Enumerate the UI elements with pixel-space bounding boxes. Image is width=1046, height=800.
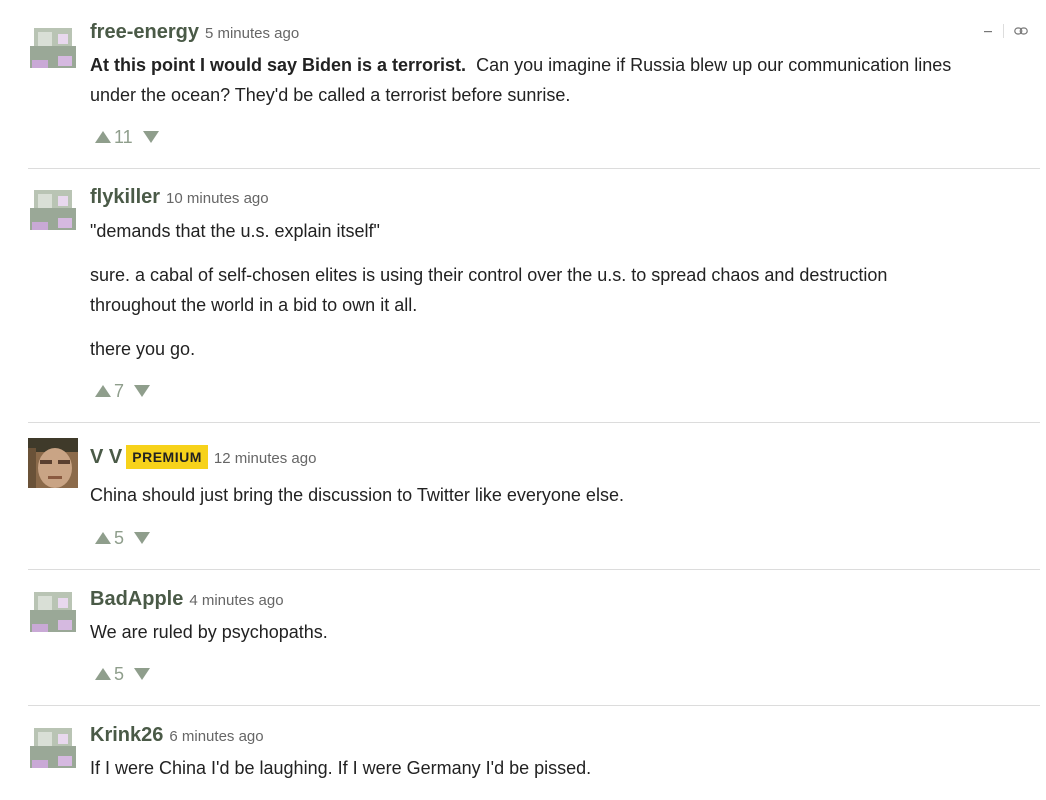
author-name[interactable]: flykiller [90,186,160,208]
minus-icon[interactable] [983,23,993,39]
avatar[interactable] [28,22,78,72]
vote-bar: 11 [95,125,159,148]
upvote-count: 7 [114,381,125,402]
avatar[interactable] [28,586,78,636]
comment-paragraph: "demands that the u.s. explain itself" [90,221,380,241]
paragraph-line: sure. a cabal of self-chosen elites is u… [90,265,888,285]
link-icon[interactable] [1014,23,1028,39]
tools-divider [1003,24,1004,39]
avatar[interactable] [28,438,78,488]
downvote-icon[interactable] [142,126,159,148]
comment-separator [28,168,1040,169]
timestamp[interactable]: 6 minutes ago [169,728,263,745]
author-line: V V PREMIUM 12 minutes ago [90,445,316,471]
timestamp[interactable]: 12 minutes ago [214,450,317,467]
author-name[interactable]: V V [90,446,122,468]
user-photo-avatar [28,438,78,488]
default-avatar-icon [28,586,78,636]
paragraph-line: throughout the world in a bid to own it … [90,295,418,315]
upvote-count: 5 [114,528,125,549]
author-line: BadApple 4 minutes ago [90,587,284,613]
comment-body: China should just bring the discussion t… [90,485,624,505]
author-line: Krink26 6 minutes ago [90,723,264,749]
default-avatar-icon [28,22,78,72]
comment-body: We are ruled by psychopaths. [90,622,328,642]
vote-bar: 5 [95,662,151,685]
comment-body: If I were China I'd be laughing. If I we… [90,758,592,778]
author-line: flykiller 10 minutes ago [90,185,269,211]
body-line: under the ocean? They'd be called a terr… [90,85,571,105]
author-name[interactable]: free-energy [90,21,199,43]
upvote-icon[interactable] [95,126,111,148]
timestamp[interactable]: 10 minutes ago [166,190,269,207]
avatar[interactable] [28,722,78,772]
timestamp[interactable]: 4 minutes ago [189,592,283,609]
comment-separator [28,705,1040,706]
default-avatar-icon [28,722,78,772]
author-line: free-energy 5 minutes ago [90,20,299,46]
premium-badge: PREMIUM [126,445,208,469]
vote-bar: 5 [95,526,151,549]
comment-body: At this point I would say Biden is a ter… [90,50,1040,110]
bold-lead: At this point I would say Biden is a ter… [90,55,467,75]
comment-paragraph: there you go. [90,339,196,359]
upvote-count: 5 [114,664,125,685]
comment-separator [28,422,1040,423]
upvote-count: 11 [114,127,133,148]
downvote-icon[interactable] [134,527,151,549]
comment-tools [983,22,1028,39]
downvote-icon[interactable] [134,380,151,402]
comment-separator [28,569,1040,570]
upvote-icon[interactable] [95,380,111,402]
timestamp[interactable]: 5 minutes ago [205,25,299,42]
upvote-icon[interactable] [95,663,111,685]
body-line: Can you imagine if Russia blew up our co… [466,55,952,75]
downvote-icon[interactable] [134,663,151,685]
avatar[interactable] [28,184,78,234]
comment-paragraph: sure. a cabal of self-chosen elites is u… [90,260,1040,320]
vote-bar: 7 [95,379,151,402]
upvote-icon[interactable] [95,527,111,549]
author-name[interactable]: Krink26 [90,724,163,746]
author-name[interactable]: BadApple [90,588,183,610]
default-avatar-icon [28,184,78,234]
